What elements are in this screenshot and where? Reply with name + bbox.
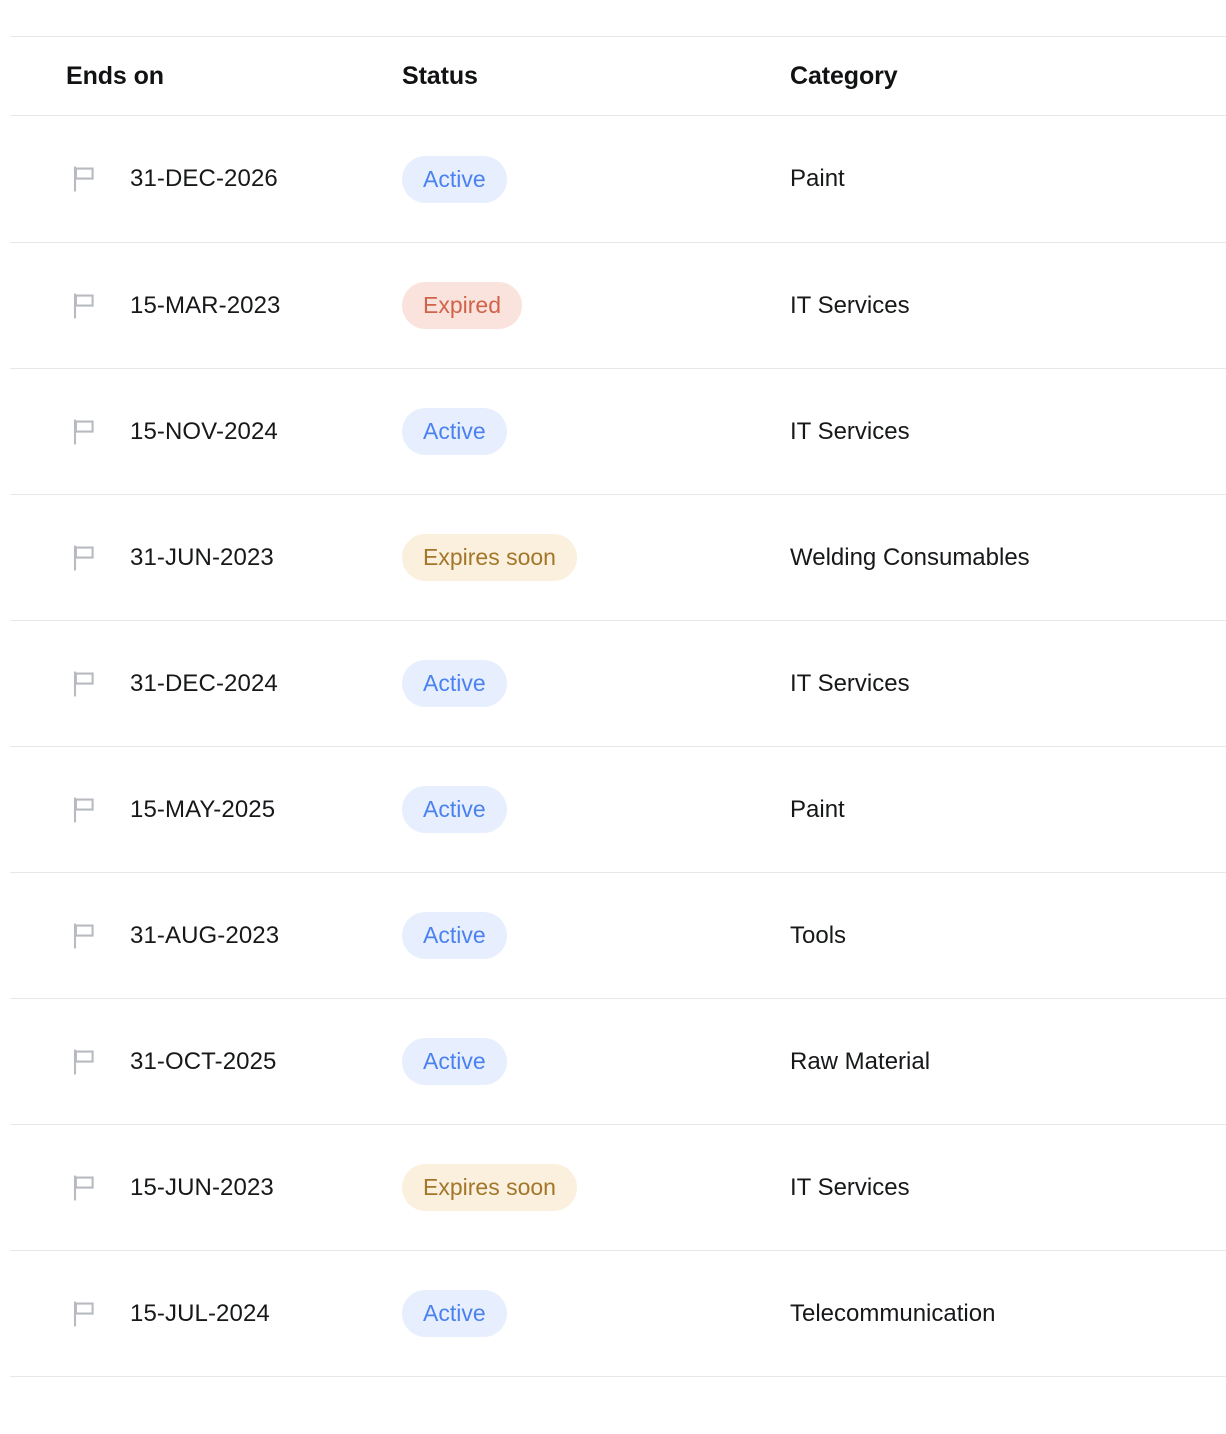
table-row[interactable]: 15-JUN-2023 Expires soon IT Services <box>0 1125 1226 1250</box>
cell-ends-on: 31-OCT-2025 <box>0 1048 400 1076</box>
flag-icon <box>73 545 94 570</box>
cell-ends-on: 31-DEC-2024 <box>0 670 400 698</box>
cell-status: Active <box>400 408 790 455</box>
cell-status: Active <box>400 660 790 707</box>
ends-on-date: 31-OCT-2025 <box>130 1047 277 1075</box>
cell-ends-on: 15-MAY-2025 <box>0 796 400 824</box>
cell-category: Telecommunication <box>790 1300 1226 1328</box>
cell-status: Active <box>400 155 790 203</box>
cell-status: Expires soon <box>400 1164 790 1211</box>
ends-on-date: 31-AUG-2023 <box>130 921 280 949</box>
status-badge[interactable]: Expires soon <box>402 1164 577 1211</box>
table-header-row: Ends on Status Category <box>0 37 1226 115</box>
cell-category: IT Services <box>790 670 1226 698</box>
contracts-table: Ends on Status Category 31-DEC-2026 Acti… <box>0 0 1226 1434</box>
cell-status: Expired <box>400 282 790 329</box>
flag-icon <box>73 293 94 318</box>
table-row[interactable]: 31-DEC-2026 Active Paint <box>0 116 1226 242</box>
cell-ends-on: 15-NOV-2024 <box>0 418 400 446</box>
table-row[interactable]: 31-JUN-2023 Expires soon Welding Consuma… <box>0 495 1226 620</box>
flag-icon <box>73 1049 94 1074</box>
cell-category: IT Services <box>790 1174 1226 1202</box>
status-badge[interactable]: Active <box>402 408 507 455</box>
status-badge[interactable]: Active <box>402 155 507 203</box>
cell-status: Active <box>400 786 790 833</box>
cell-category: IT Services <box>790 292 1226 320</box>
ends-on-date: 15-JUL-2024 <box>130 1299 270 1327</box>
status-badge[interactable]: Active <box>402 1038 507 1085</box>
status-badge[interactable]: Active <box>402 912 507 959</box>
status-badge[interactable]: Expired <box>402 282 522 329</box>
flag-icon <box>73 797 94 822</box>
flag-icon <box>73 166 94 192</box>
category-label: IT Services <box>790 291 910 319</box>
column-header-category[interactable]: Category <box>790 62 1226 91</box>
cell-ends-on: 31-AUG-2023 <box>0 922 400 950</box>
cell-status: Active <box>400 912 790 959</box>
flag-icon <box>73 923 94 948</box>
category-label: Welding Consumables <box>790 543 1030 571</box>
flag-icon <box>73 1301 94 1326</box>
cell-ends-on: 15-JUL-2024 <box>0 1300 400 1328</box>
ends-on-date: 31-DEC-2026 <box>130 165 278 192</box>
status-badge[interactable]: Active <box>402 1290 507 1337</box>
category-label: Paint <box>790 795 845 823</box>
table-row[interactable]: 31-DEC-2024 Active IT Services <box>0 621 1226 746</box>
ends-on-date: 15-JUN-2023 <box>130 1173 274 1201</box>
ends-on-date: 31-DEC-2024 <box>130 669 278 697</box>
ends-on-date: 15-NOV-2024 <box>130 417 278 445</box>
cell-status: Expires soon <box>400 534 790 581</box>
category-label: IT Services <box>790 1173 910 1201</box>
cell-category: Paint <box>790 796 1226 824</box>
column-header-status[interactable]: Status <box>400 62 790 91</box>
ends-on-date: 15-MAY-2025 <box>130 795 276 823</box>
table-row[interactable]: 15-MAY-2025 Active Paint <box>0 747 1226 872</box>
cell-category: Paint <box>790 165 1226 193</box>
flag-icon <box>73 419 94 444</box>
table-body: 31-DEC-2026 Active Paint 15-MAR-2023 Exp… <box>0 116 1226 1377</box>
ends-on-date: 15-MAR-2023 <box>130 291 281 319</box>
category-label: Tools <box>790 921 847 949</box>
category-label: Paint <box>790 165 845 192</box>
status-badge[interactable]: Expires soon <box>402 534 577 581</box>
ends-on-date: 31-JUN-2023 <box>130 543 274 571</box>
cell-status: Active <box>400 1038 790 1085</box>
category-label: Telecommunication <box>790 1299 996 1327</box>
category-label: IT Services <box>790 669 910 697</box>
cell-category: IT Services <box>790 418 1226 446</box>
table-row[interactable]: 15-MAR-2023 Expired IT Services <box>0 243 1226 368</box>
category-label: IT Services <box>790 417 910 445</box>
table-row[interactable]: 15-JUL-2024 Active Telecommunication <box>0 1251 1226 1376</box>
table-row[interactable]: 31-OCT-2025 Active Raw Material <box>0 999 1226 1124</box>
status-badge[interactable]: Active <box>402 786 507 833</box>
cell-status: Active <box>400 1290 790 1337</box>
flag-icon <box>73 1175 94 1200</box>
table-row[interactable]: 31-AUG-2023 Active Tools <box>0 873 1226 998</box>
column-header-ends-on[interactable]: Ends on <box>0 62 400 91</box>
cell-category: Welding Consumables <box>790 544 1226 572</box>
cell-ends-on: 31-JUN-2023 <box>0 544 400 572</box>
row-divider <box>10 1376 1226 1377</box>
cell-ends-on: 15-JUN-2023 <box>0 1174 400 1202</box>
cell-category: Tools <box>790 922 1226 950</box>
cell-category: Raw Material <box>790 1048 1226 1076</box>
cell-ends-on: 15-MAR-2023 <box>0 292 400 320</box>
cell-ends-on: 31-DEC-2026 <box>0 165 400 193</box>
table-row[interactable]: 15-NOV-2024 Active IT Services <box>0 369 1226 494</box>
flag-icon <box>73 671 94 696</box>
status-badge[interactable]: Active <box>402 660 507 707</box>
category-label: Raw Material <box>790 1047 931 1075</box>
